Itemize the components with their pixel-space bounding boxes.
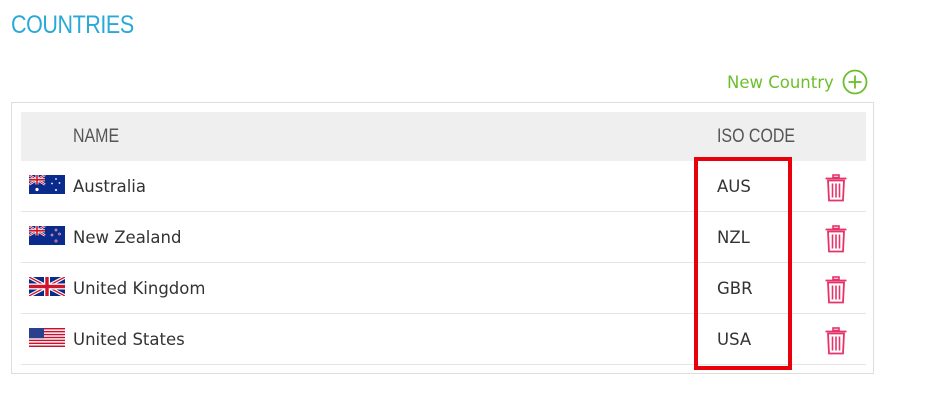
table-row: United Kingdom GBR bbox=[21, 263, 866, 314]
delete-button[interactable] bbox=[824, 327, 848, 355]
table-header: NAME ISO CODE bbox=[21, 112, 866, 161]
iso-code: USA bbox=[717, 330, 752, 349]
country-name: New Zealand bbox=[73, 228, 182, 247]
table-row: New Zealand NZL bbox=[21, 212, 866, 263]
table-row: United States USA bbox=[21, 314, 866, 365]
trash-icon bbox=[825, 327, 847, 355]
page-title: COUNTRIES bbox=[11, 11, 134, 39]
country-name: United Kingdom bbox=[73, 279, 206, 298]
new-country-button[interactable]: New Country bbox=[727, 68, 868, 96]
new-zealand-flag-icon bbox=[29, 226, 65, 245]
country-name: Australia bbox=[73, 177, 146, 196]
trash-icon bbox=[825, 276, 847, 304]
iso-code: AUS bbox=[717, 177, 751, 196]
table-row: Australia AUS bbox=[21, 161, 866, 212]
delete-button[interactable] bbox=[824, 276, 848, 304]
uk-flag-icon bbox=[29, 277, 65, 296]
iso-code: GBR bbox=[717, 279, 753, 298]
trash-icon bbox=[825, 225, 847, 253]
column-header-iso-code: ISO CODE bbox=[717, 126, 796, 147]
column-header-name: NAME bbox=[73, 126, 120, 147]
us-flag-icon bbox=[29, 328, 65, 347]
delete-button[interactable] bbox=[824, 225, 848, 253]
country-name: United States bbox=[73, 330, 185, 349]
trash-icon bbox=[825, 174, 847, 202]
delete-button[interactable] bbox=[824, 174, 848, 202]
plus-circle-icon[interactable] bbox=[842, 69, 868, 95]
new-country-label: New Country bbox=[727, 72, 834, 92]
iso-code: NZL bbox=[717, 228, 750, 247]
australia-flag-icon bbox=[29, 175, 65, 194]
